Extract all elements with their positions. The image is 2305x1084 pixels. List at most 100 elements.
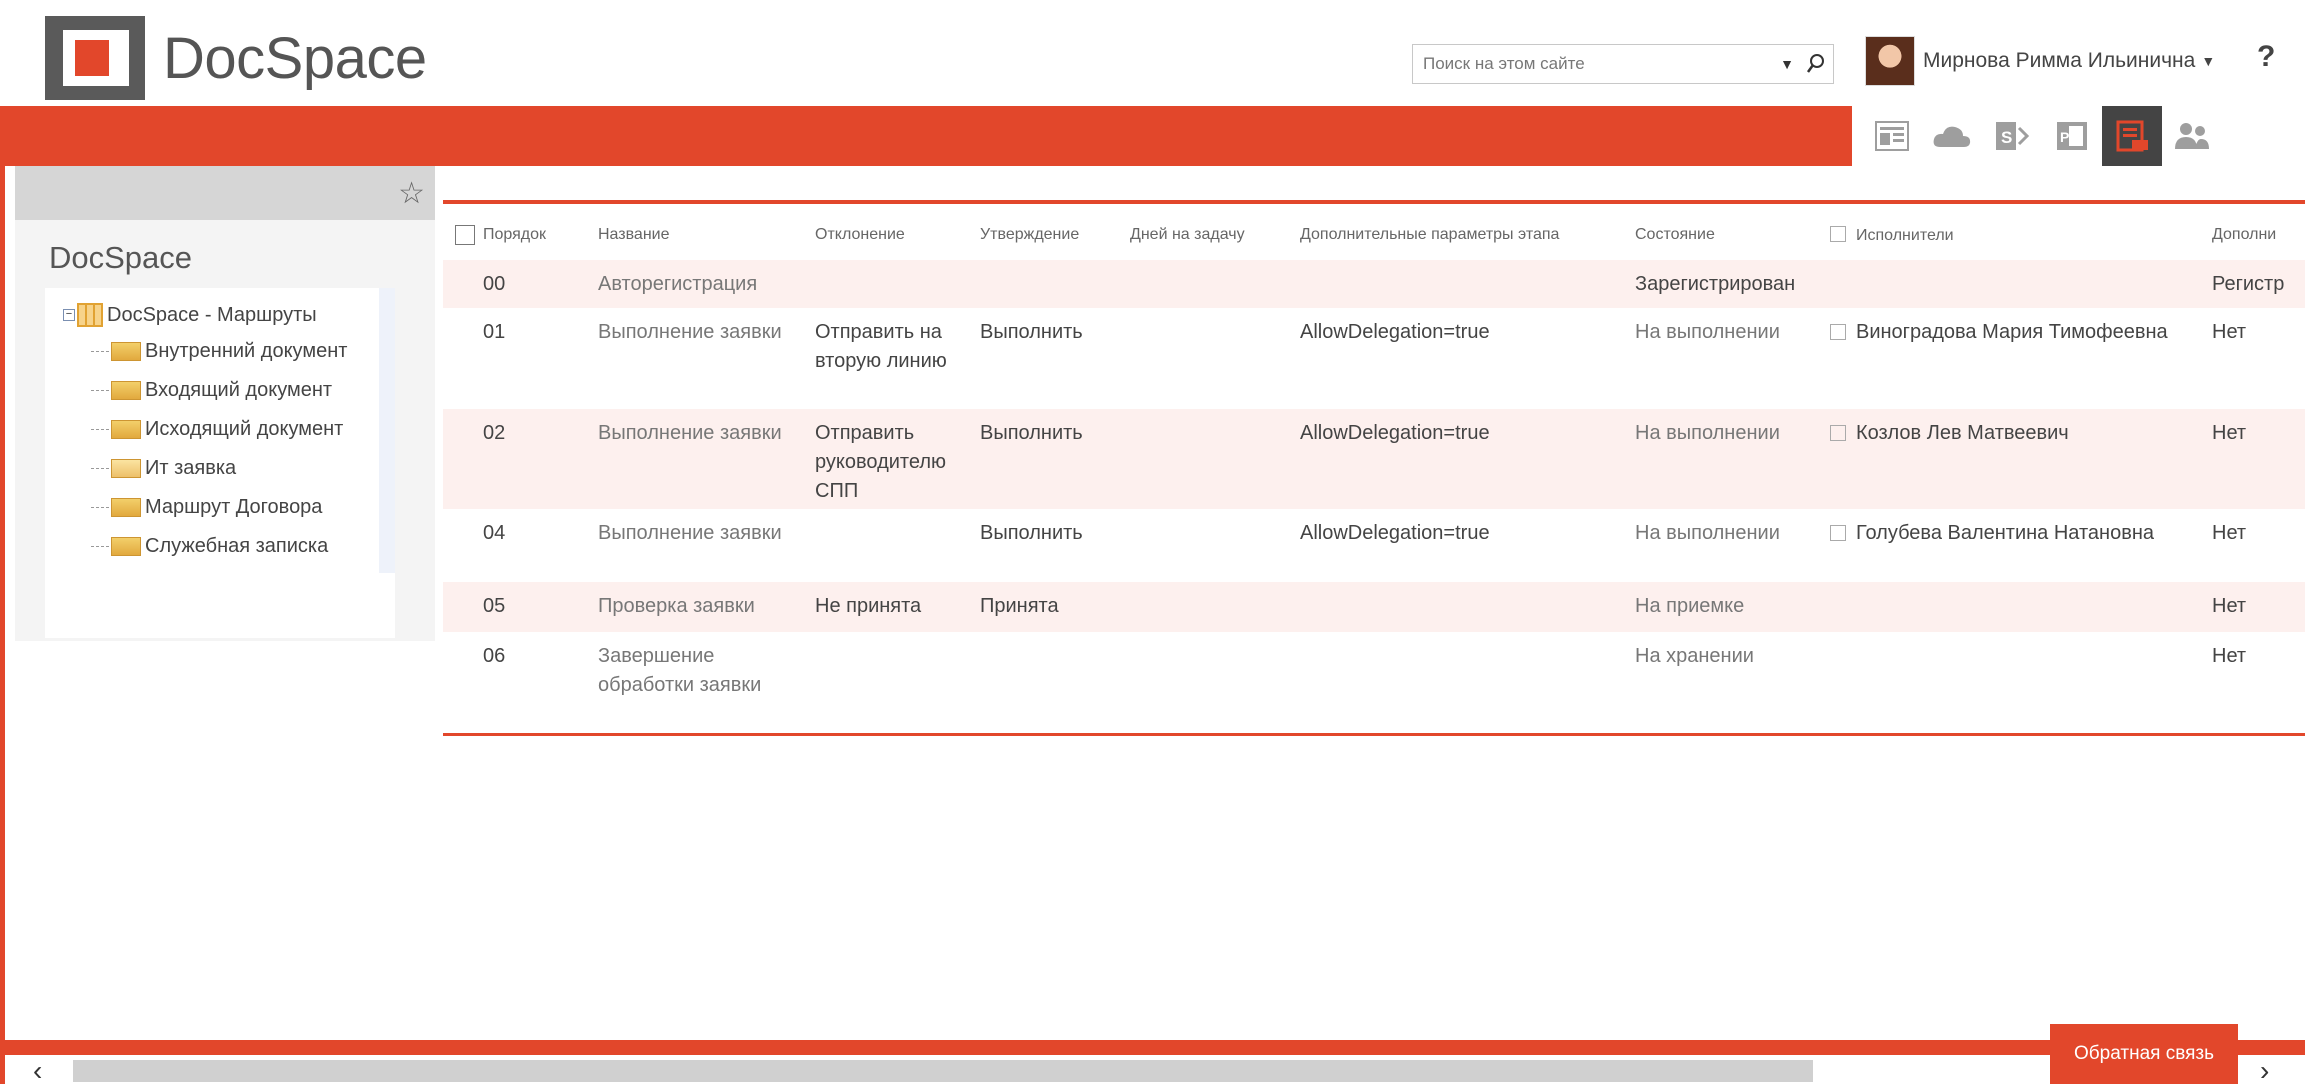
cell-params [1300,582,1635,632]
suite-bar: S P [1852,106,2305,166]
performer-checkbox[interactable] [1830,525,1846,541]
cell-name[interactable]: Авторегистрация [598,260,815,308]
select-all-checkbox[interactable] [455,225,475,245]
feedback-button[interactable]: Обратная связь [2050,1024,2238,1084]
cell-name[interactable]: Завершение обработки заявки [598,632,815,734]
tree-item-contract-route[interactable]: Маршрут Договора [45,488,395,527]
tree-connector [91,390,109,391]
tree-scrollbar[interactable] [379,288,395,573]
routes-icon[interactable] [2102,106,2162,166]
tree-connector [91,507,109,508]
cell-performer [1830,260,2212,308]
cell-extra: Нет [2212,409,2305,509]
newsfeed-icon[interactable] [1862,106,1922,166]
column-header-params[interactable]: Дополнительные параметры этапа [1300,210,1635,260]
tree-item-incoming-document[interactable]: Входящий документ [45,371,395,410]
cell-days [1130,509,1300,582]
column-header-days[interactable]: Дней на задачу [1130,210,1300,260]
people-icon[interactable] [2162,106,2222,166]
cell-state: На приемке [1635,582,1830,632]
search-box: ▼ [1412,44,1834,84]
cell-days [1130,632,1300,734]
table-header-row: Порядок Название Отклонение Утверждение … [443,210,2305,260]
cell-days [1130,582,1300,632]
performers-header-label: Исполнители [1856,226,1954,244]
cell-performer-wrap: Голубева Валентина Натановна [1830,509,2212,582]
performer-checkbox[interactable] [1830,324,1846,340]
cell-order: 00 [483,260,598,308]
tree-item-label: Ит заявка [145,457,237,479]
table-row[interactable]: 02 Выполнение заявки Отправить руководит… [443,409,2305,509]
column-header-reject[interactable]: Отклонение [815,210,980,260]
stages-table-wrap: Порядок Название Отклонение Утверждение … [443,200,2305,736]
tree-item-outgoing-document[interactable]: Исходящий документ [45,410,395,449]
table-row[interactable]: 04 Выполнение заявки Выполнить AllowDele… [443,509,2305,582]
cell-performer [1830,632,2212,734]
cell-name[interactable]: Проверка заявки [598,582,815,632]
cell-reject [815,260,980,308]
collapse-icon[interactable]: − [63,309,75,321]
cell-approve [980,632,1130,734]
project-icon[interactable]: P [2042,106,2102,166]
table-row[interactable]: 06 Завершение обработки заявки На хранен… [443,632,2305,734]
folder-icon [111,381,141,400]
chevron-right-icon[interactable]: › [2260,1055,2269,1084]
cell-name[interactable]: Выполнение заявки [598,409,815,509]
horizontal-scrollbar[interactable]: ‹ › [15,1055,2305,1084]
logo-icon [45,16,145,100]
tree-connector [91,468,109,469]
table-row[interactable]: 01 Выполнение заявки Отправить на вторую… [443,308,2305,409]
chevron-left-icon[interactable]: ‹ [33,1055,42,1084]
cell-performer: Виноградова Мария Тимофеевна [1856,321,2168,343]
column-header-state[interactable]: Состояние [1635,210,1830,260]
tree-item-internal-document[interactable]: Внутренний документ [45,332,395,371]
cell-approve [980,260,1130,308]
tree-item-label: Маршрут Договора [145,496,323,518]
sharepoint-icon[interactable]: S [1982,106,2042,166]
site-title[interactable]: DocSpace [49,240,192,276]
cell-performer-wrap: Козлов Лев Матвеевич [1830,409,2212,509]
cell-name[interactable]: Выполнение заявки [598,509,815,582]
stages-table: Порядок Название Отклонение Утверждение … [443,210,2305,734]
cell-state: На выполнении [1635,522,1780,544]
cell-extra: Нет [2212,321,2247,343]
folder-icon [111,342,141,361]
cell-performer: Голубева Валентина Натановна [1856,522,2155,544]
cell-performer-wrap: Виноградова Мария Тимофеевна [1830,308,2212,409]
column-header-performers[interactable]: Исполнители [1830,210,2212,260]
search-scope-dropdown-icon[interactable]: ▼ [1775,56,1799,72]
tree-item-label: Внутренний документ [145,340,348,362]
cell-state: На выполнении [1635,409,1830,509]
cell-order: 05 [483,582,598,632]
column-header-approve[interactable]: Утверждение [980,210,1130,260]
avatar [1865,36,1915,86]
cell-state: Зарегистрирован [1635,260,1830,308]
tree-root[interactable]: − DocSpace - Маршруты [45,298,395,332]
folder-open-icon [111,459,141,478]
star-icon[interactable]: ☆ [398,176,425,211]
onedrive-icon[interactable] [1922,106,1982,166]
scrollbar-thumb[interactable] [73,1060,1813,1082]
cell-params: AllowDelegation=true [1300,522,1490,544]
table-row[interactable]: 00 Авторегистрация Зарегистрирован Регис… [443,260,2305,308]
tree-item-it-request[interactable]: Ит заявка [45,449,395,488]
performer-checkbox[interactable] [1830,425,1846,441]
tree-connector [91,546,109,547]
tree-item-memo[interactable]: Служебная записка [45,527,395,566]
help-button[interactable]: ? [2257,40,2275,74]
column-header-order[interactable]: Порядок [483,210,598,260]
cell-name[interactable]: Выполнение заявки [598,308,815,409]
cell-params: AllowDelegation=true [1300,321,1490,343]
table-row[interactable]: 05 Проверка заявки Не принята Принята На… [443,582,2305,632]
column-header-extra[interactable]: Дополни [2212,210,2305,260]
svg-text:P: P [2060,129,2069,145]
tree-item-label: Входящий документ [145,379,333,401]
column-header-name[interactable]: Название [598,210,815,260]
list-icon [77,303,103,327]
search-icon[interactable] [1799,53,1833,75]
tree-item-label: Исходящий документ [145,418,344,440]
search-input[interactable] [1413,45,1775,83]
site-logo[interactable]: DocSpace [45,16,427,100]
cell-order: 04 [483,522,506,544]
user-menu[interactable]: Мирнова Римма Ильинична ▼ [1865,36,2215,86]
